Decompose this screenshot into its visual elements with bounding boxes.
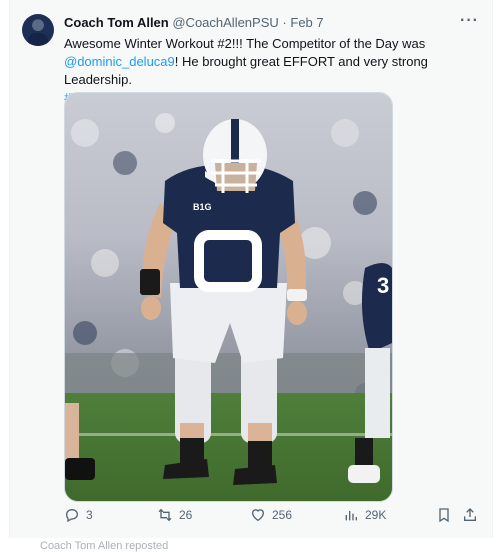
- jersey-logo: B1G: [193, 202, 212, 212]
- more-options-button[interactable]: ···: [460, 12, 479, 30]
- bookmark-icon: [439, 508, 449, 523]
- tweet-header: Coach Tom Allen @CoachAllenPSU · Feb 7: [64, 15, 324, 30]
- tweet-text-part1: Awesome Winter Workout #2!!! The Competi…: [64, 36, 426, 51]
- share-button[interactable]: [462, 507, 478, 523]
- separator: ·: [282, 15, 287, 30]
- tweet-date[interactable]: Feb 7: [290, 15, 323, 30]
- reply-count: 3: [86, 508, 93, 522]
- share-icon: [464, 508, 476, 521]
- retweet-button[interactable]: 26: [157, 507, 192, 523]
- avatar[interactable]: [22, 14, 54, 46]
- tweet-actions: 3 26 256 29K: [0, 507, 500, 531]
- bookmark-button[interactable]: [436, 507, 452, 523]
- views-icon: [345, 511, 357, 521]
- reply-button[interactable]: 3: [64, 507, 93, 523]
- author-name[interactable]: Coach Tom Allen: [64, 15, 169, 30]
- tweet-photo[interactable]: 3 B1G 0: [64, 92, 393, 502]
- next-tweet-preview: Coach Tom Allen reposted: [40, 540, 169, 552]
- like-count: 256: [272, 508, 293, 522]
- retweet-icon: [158, 508, 172, 522]
- heart-icon: [252, 509, 264, 522]
- reply-icon: [65, 508, 79, 523]
- football-player-image: 3 B1G 0: [65, 93, 392, 501]
- views-count: 29K: [365, 508, 387, 522]
- other-jersey-number: 3: [377, 273, 389, 298]
- mention-link[interactable]: @dominic_deluca9: [64, 54, 175, 69]
- author-handle[interactable]: @CoachAllenPSU: [172, 15, 278, 30]
- retweet-count: 26: [179, 508, 193, 522]
- like-button[interactable]: 256: [250, 507, 292, 523]
- views-button[interactable]: 29K: [343, 507, 386, 523]
